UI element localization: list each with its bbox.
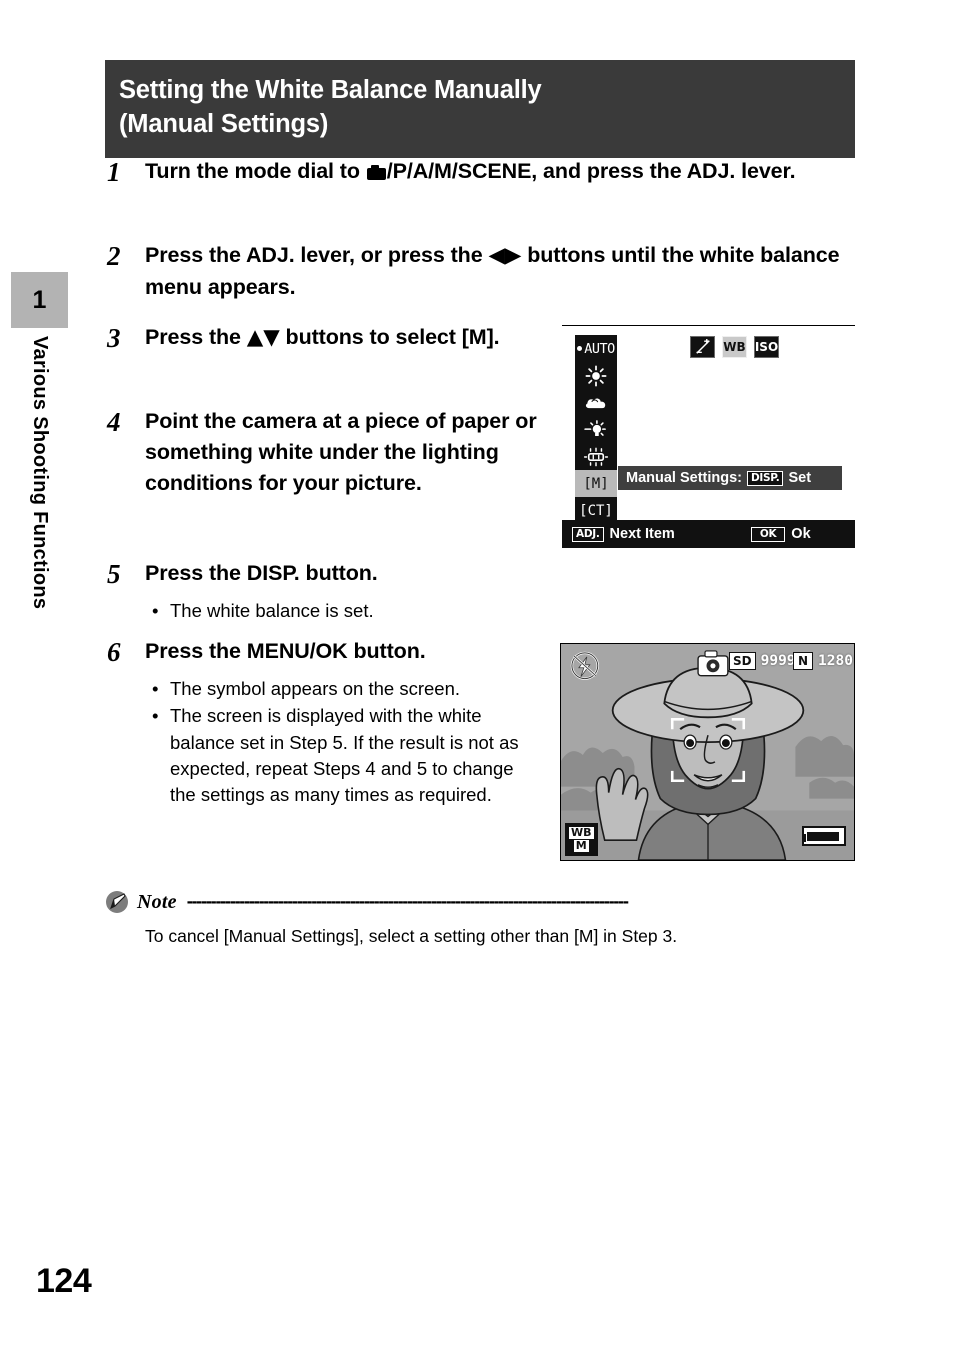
wb-indicator-line2: M xyxy=(573,839,589,852)
page-title-line2: (Manual Settings) xyxy=(119,109,329,138)
quality-and-size-group: N 1280 xyxy=(793,652,853,670)
step-5-number: 5 xyxy=(107,559,121,589)
step-4-number: 4 xyxy=(107,407,121,437)
wb-option-manual-label: [M] xyxy=(583,475,609,492)
card-and-shots-group: SD 9999 xyxy=(729,652,796,670)
step-6-bullets: • The symbol appears on the screen. • Th… xyxy=(152,676,542,809)
bullet-dot-icon: • xyxy=(152,600,159,621)
lcd-white-balance-menu-figure: AUTO [M] [CT] WB ISO Manual Settings: DI… xyxy=(562,325,855,548)
ok-key-badge: OK xyxy=(750,526,786,542)
step-6-text: Press the MENU/OK button. xyxy=(145,639,426,663)
note-divider-dashes: ----------------------------------------… xyxy=(186,891,629,910)
step-2-number: 2 xyxy=(107,241,121,271)
page-title-banner: Setting the White Balance Manually (Manu… xyxy=(105,60,855,158)
step-2-text: Press the ADJ. lever, or press the ◀▶ bu… xyxy=(145,240,860,303)
bullet-text: The white balance is set. xyxy=(170,600,374,621)
exposure-comp-glyph xyxy=(695,339,710,354)
step-3-number: 3 xyxy=(107,323,121,353)
bullet-text: The screen is displayed with the white b… xyxy=(170,705,519,806)
adj-action-label: Next Item xyxy=(609,526,675,542)
manual-settings-action: Set xyxy=(788,470,812,486)
wb-manual-indicator: WB M xyxy=(565,823,598,856)
adj-key-badge: ADJ. xyxy=(572,526,604,542)
bullet-item: • The screen is displayed with the white… xyxy=(152,703,542,808)
incandescent-bulb-icon xyxy=(584,419,606,436)
adj-tab-icons: WB ISO xyxy=(690,336,779,358)
adj-next-item[interactable]: ADJ. Next Item xyxy=(572,526,675,542)
bullet-item: • The symbol appears on the screen. xyxy=(152,676,542,702)
manual-settings-label: Manual Settings: xyxy=(626,470,743,486)
battery-terminal-icon xyxy=(802,834,806,842)
wb-indicator-line1: WB xyxy=(569,826,594,839)
step-3-text: Press the ▲▼ buttons to select [M]. xyxy=(145,322,500,356)
step-1-text-after: /P/A/M/SCENE, and press the ADJ. lever. xyxy=(386,159,796,183)
disp-key-badge: DISP. xyxy=(747,470,784,486)
wb-option-auto-label: AUTO xyxy=(584,340,615,357)
iso-icon[interactable]: ISO xyxy=(754,336,779,358)
sidebar-chapter-label-wrap: Various Shooting Functions xyxy=(11,332,68,752)
white-balance-option-list[interactable]: AUTO [M] [CT] xyxy=(574,334,618,525)
bullet-text: The symbol appears on the screen. xyxy=(170,678,460,699)
white-balance-icon[interactable]: WB xyxy=(722,336,747,358)
daylight-sun-icon xyxy=(585,365,607,386)
note-pencil-icon xyxy=(105,890,129,914)
white-balance-label: WB xyxy=(723,340,746,354)
ok-confirm-item[interactable]: OK Ok xyxy=(750,526,811,542)
wb-option-auto[interactable]: AUTO xyxy=(575,335,617,362)
lcd-menu-screen: AUTO [M] [CT] WB ISO Manual Settings: DI… xyxy=(562,328,855,525)
iso-label: ISO xyxy=(754,340,779,354)
wb-option-overcast[interactable] xyxy=(575,389,617,416)
remaining-shots-count: 9999 xyxy=(760,653,796,669)
sidebar-chapter-label: Various Shooting Functions xyxy=(29,336,51,610)
step-5: 5 Press the DISP. button. xyxy=(105,558,545,592)
wb-option-incandescent[interactable] xyxy=(575,416,617,443)
step-5-bullets: • The white balance is set. xyxy=(152,598,552,625)
note-title: Note xyxy=(137,890,177,913)
step-4-text: Point the camera at a piece of paper or … xyxy=(145,409,537,495)
step-1: 1 Turn the mode dial to /P/A/M/SCENE, an… xyxy=(105,156,855,190)
up-down-arrows-icon: ▲▼ xyxy=(246,325,280,350)
step-4: 4 Point the camera at a piece of paper o… xyxy=(105,406,545,499)
step-5-text: Press the DISP. button. xyxy=(145,561,378,585)
overcast-cloud-icon xyxy=(585,397,606,408)
step-1-number: 1 xyxy=(107,157,121,187)
step-3-text-after: buttons to select [M]. xyxy=(279,325,500,349)
bullet-item: • The white balance is set. xyxy=(152,598,552,624)
lcd-live-view-figure: SD 9999 N 1280 WB M xyxy=(560,643,855,861)
page-number: 124 xyxy=(36,1262,92,1300)
bullet-dot-icon: • xyxy=(152,705,159,727)
quality-badge: N xyxy=(793,652,814,670)
step-1-text: Turn the mode dial to /P/A/M/SCENE, and … xyxy=(145,156,796,190)
battery-full-icon xyxy=(802,826,846,846)
sidebar-chapter-number: 1 xyxy=(32,286,47,314)
note-header: Note -----------------------------------… xyxy=(105,890,857,914)
ok-action-label: Ok xyxy=(791,526,811,542)
sd-card-badge: SD xyxy=(729,652,756,670)
wb-option-ct-label: [CT] xyxy=(579,502,613,519)
selection-dot-icon xyxy=(577,346,583,351)
note-block: Note -----------------------------------… xyxy=(105,890,857,949)
left-right-arrows-icon: ◀▶ xyxy=(488,243,522,268)
bullet-dot-icon: • xyxy=(152,678,159,699)
step-3: 3 Press the ▲▼ buttons to select [M]. xyxy=(105,322,545,356)
manual-settings-hint-bar: Manual Settings: DISP. Set xyxy=(618,466,842,490)
wb-option-daylight[interactable] xyxy=(575,362,617,389)
step-1-text-before: Turn the mode dial to xyxy=(145,159,366,183)
wb-option-fluorescent[interactable] xyxy=(575,443,617,470)
lcd-menu-bottom-bar: ADJ. Next Item OK Ok xyxy=(562,520,855,548)
step-2: 2 Press the ADJ. lever, or press the ◀▶ … xyxy=(105,240,860,303)
step-3-text-before: Press the xyxy=(145,325,247,349)
fluorescent-tube-icon xyxy=(583,447,609,466)
step-2-text-before: Press the ADJ. lever, or press the xyxy=(145,243,489,267)
step-6: 6 Press the MENU/OK button. xyxy=(105,636,545,670)
image-size-label: 1280 xyxy=(818,653,853,669)
exposure-compensation-icon[interactable] xyxy=(690,336,715,358)
still-camera-mode-icon xyxy=(366,165,386,180)
page-title-line1: Setting the White Balance Manually xyxy=(119,76,542,104)
sidebar-chapter-tab: 1 xyxy=(11,272,68,328)
step-6-number: 6 xyxy=(107,637,121,667)
note-body-text: To cancel [Manual Settings], select a se… xyxy=(145,926,678,946)
wb-option-manual[interactable]: [M] xyxy=(575,470,617,497)
